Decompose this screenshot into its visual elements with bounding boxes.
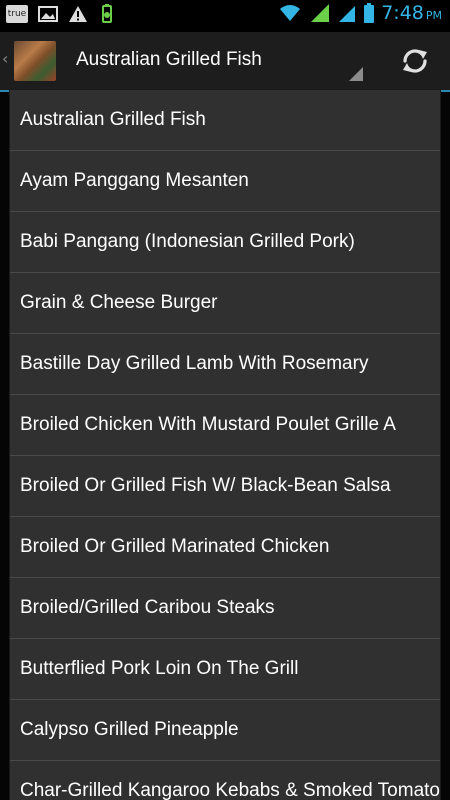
list-item[interactable]: Bastille Day Grilled Lamb With Rosemary — [10, 334, 440, 395]
list-item[interactable]: Australian Grilled Fish — [10, 90, 440, 151]
notification-icons: true — [6, 4, 116, 24]
clock-ampm: PM — [425, 9, 442, 22]
list-item[interactable]: Ayam Panggang Mesanten — [10, 151, 440, 212]
refresh-icon[interactable] — [398, 44, 432, 78]
signal-2-icon — [339, 6, 356, 22]
recipe-thumbnail-icon[interactable] — [14, 41, 56, 81]
clock: 7:48 PM — [381, 2, 442, 24]
true-badge-icon: true — [6, 5, 28, 23]
warning-icon — [69, 6, 87, 22]
spinner-selected-title[interactable]: Australian Grilled Fish — [76, 49, 262, 71]
wifi-icon — [280, 5, 301, 21]
signal-icon — [311, 4, 330, 22]
list-item[interactable]: Char-Grilled Kangaroo Kebabs & Smoked To… — [10, 761, 440, 800]
battery-icon — [364, 3, 375, 23]
screen: true 7:48 PM ‹ Australian Grilled Fish A… — [0, 0, 450, 800]
clock-time: 7:48 — [381, 2, 424, 24]
list-item[interactable]: Broiled Or Grilled Marinated Chicken — [10, 517, 440, 578]
list-item[interactable]: Grain & Cheese Burger — [10, 273, 440, 334]
list-item[interactable]: Broiled Chicken With Mustard Poulet Gril… — [10, 395, 440, 456]
recycle-battery-icon — [102, 4, 112, 23]
system-icons: 7:48 PM — [277, 2, 442, 24]
list-item[interactable]: Broiled Or Grilled Fish W/ Black-Bean Sa… — [10, 456, 440, 517]
action-bar: ‹ Australian Grilled Fish — [0, 32, 450, 92]
list-item[interactable]: Babi Pangang (Indonesian Grilled Pork) — [10, 212, 440, 273]
up-caret-icon[interactable]: ‹ — [2, 49, 8, 68]
image-icon — [38, 6, 58, 22]
status-bar: true 7:48 PM — [0, 0, 450, 32]
list-item[interactable]: Broiled/Grilled Caribou Steaks — [10, 578, 440, 639]
spinner-arrow-icon[interactable] — [349, 67, 363, 81]
recipe-dropdown-list[interactable]: Australian Grilled Fish Ayam Panggang Me… — [10, 90, 440, 800]
list-item[interactable]: Calypso Grilled Pineapple — [10, 700, 440, 761]
list-item[interactable]: Butterflied Pork Loin On The Grill — [10, 639, 440, 700]
